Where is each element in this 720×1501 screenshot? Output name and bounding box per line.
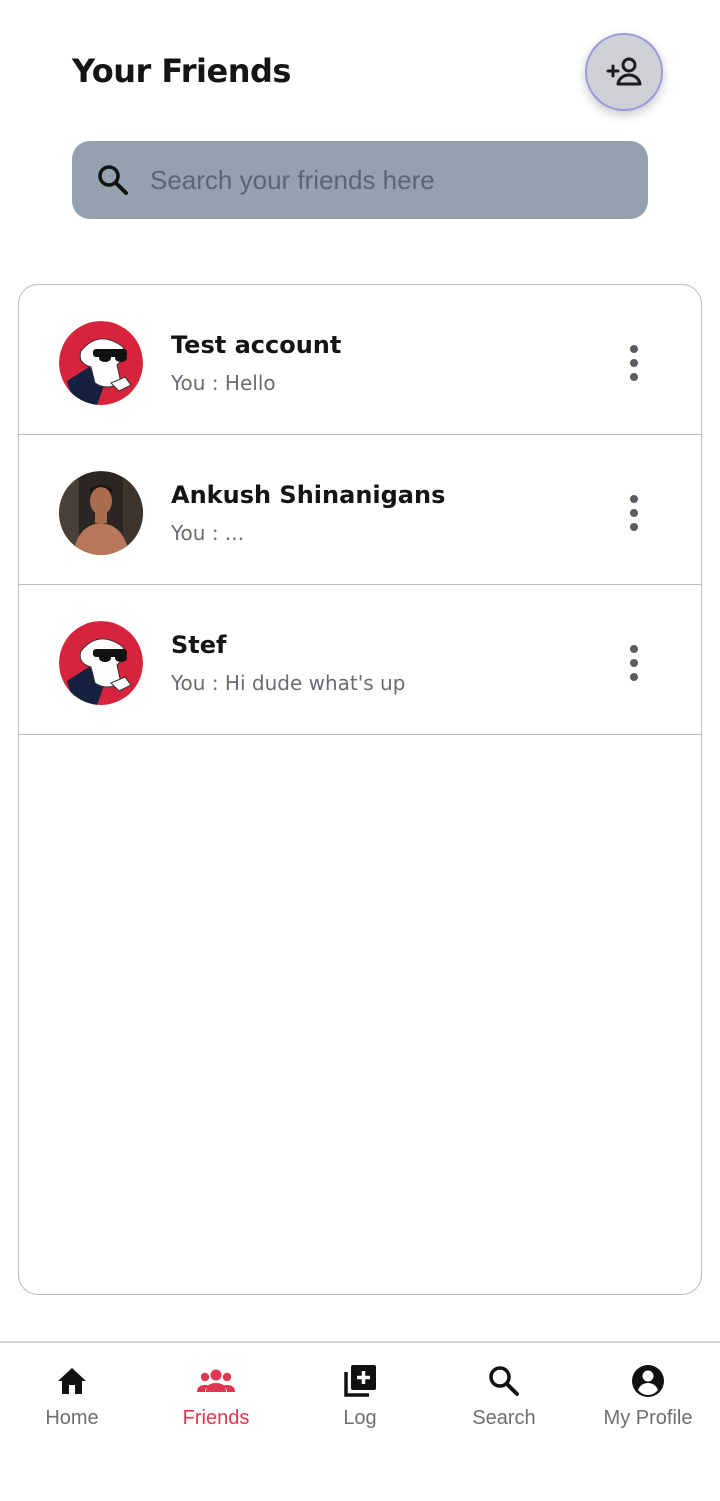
more-options-icon[interactable] [619, 495, 649, 531]
friends-list: Test account You : Hello Ankush Shinanig… [18, 284, 702, 1295]
home-icon [52, 1361, 92, 1401]
avatar[interactable] [59, 621, 143, 705]
nav-item-home[interactable]: Home [0, 1343, 144, 1453]
avatar[interactable] [59, 471, 143, 555]
group-icon [196, 1361, 236, 1401]
search-input[interactable] [150, 155, 620, 205]
friend-name: Test account [171, 331, 342, 359]
more-options-icon[interactable] [619, 345, 649, 381]
avatar[interactable] [59, 321, 143, 405]
friend-row[interactable]: Ankush Shinanigans You : ... [19, 435, 701, 585]
nav-item-my-profile[interactable]: My Profile [576, 1343, 720, 1453]
nav-label: Search [472, 1407, 536, 1429]
add-person-icon [606, 57, 642, 86]
add-library-icon [340, 1361, 380, 1401]
friend-row[interactable]: Test account You : Hello [19, 285, 701, 435]
page-title: Your Friends [72, 52, 291, 90]
search-bar[interactable] [72, 141, 648, 219]
account-circle-icon [628, 1361, 668, 1401]
nav-item-log[interactable]: Log [288, 1343, 432, 1453]
friend-name: Stef [171, 631, 227, 659]
last-message-preview: You : Hello [171, 371, 276, 395]
nav-item-search[interactable]: Search [432, 1343, 576, 1453]
nav-item-friends[interactable]: Friends [144, 1343, 288, 1453]
nav-label: My Profile [603, 1407, 693, 1429]
add-friend-button[interactable] [585, 33, 663, 111]
friend-row[interactable]: Stef You : Hi dude what's up [19, 585, 701, 735]
nav-label: Log [343, 1407, 377, 1429]
search-icon [96, 163, 130, 197]
search-icon [484, 1361, 524, 1401]
friend-name: Ankush Shinanigans [171, 481, 446, 509]
bottom-navigation: Home Friends Log Search My Profile [0, 1341, 720, 1501]
nav-label: Friends [182, 1407, 250, 1429]
nav-label: Home [45, 1407, 99, 1429]
last-message-preview: You : ... [171, 521, 244, 545]
more-options-icon[interactable] [619, 645, 649, 681]
last-message-preview: You : Hi dude what's up [171, 671, 406, 695]
